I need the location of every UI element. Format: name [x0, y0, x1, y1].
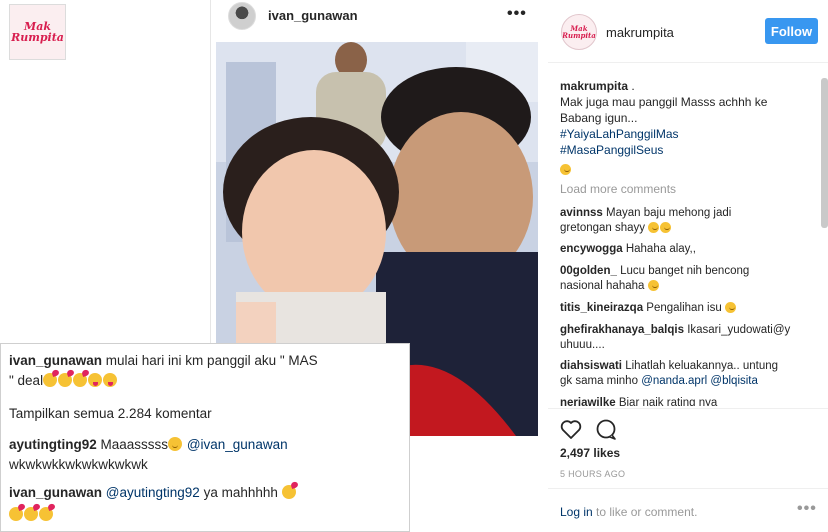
caption-suffix: . [628, 79, 635, 93]
hashtag-masapanggilseus[interactable]: #MasaPanggilSeus [560, 142, 822, 158]
comment-row-cont: gk sama minho @nanda.aprl @blqisita [560, 374, 822, 389]
avatar-logo-line2: Rumpita [562, 31, 596, 40]
mak-rumpita-logo[interactable]: Mak Rumpita [9, 4, 66, 60]
kiss-emoji-icon [39, 507, 53, 521]
load-more-comments-link[interactable]: Load more comments [560, 182, 676, 196]
kiss-emoji-icon [24, 507, 38, 521]
comment-row: ghefirakhanaya_balqis Ikasari_yudowati@y [560, 323, 822, 338]
overlay-comment: ivan_gunawan mulai hari ini km panggil a… [9, 352, 405, 370]
account-avatar[interactable]: Mak Rumpita [561, 14, 597, 50]
overlay-comment: ayutingting92 Maaasssss @ivan_gunawan [9, 436, 405, 454]
login-prompt: Log in to like or comment. [560, 505, 697, 519]
more-options-icon[interactable]: ••• [797, 500, 817, 518]
actions-divider [548, 408, 828, 409]
kiss-emoji-icon [9, 507, 23, 521]
comment-text: nasional hahaha [560, 280, 645, 292]
comment-row: diahsiswati Lihatlah keluakannya.. untun… [560, 359, 822, 374]
comment-text: Hahaha alay,, [622, 243, 696, 255]
mention-link[interactable]: @nanda.aprl [641, 375, 707, 387]
comment-username[interactable]: ayutingting92 [9, 437, 97, 452]
poster-username[interactable]: ivan_gunawan [268, 8, 358, 23]
action-icons [560, 418, 624, 447]
comment-icon[interactable] [596, 419, 616, 440]
caption-emoji [560, 160, 572, 178]
comment-text: ya mahhhhh [199, 485, 278, 500]
comment-username[interactable]: ivan_gunawan [9, 353, 102, 368]
comment-row-clipped: neriawilke Biar naik rating nya [560, 396, 822, 406]
header-divider [548, 62, 828, 63]
mention-link[interactable]: @blqisita [710, 375, 757, 387]
comment-row-cont: uhuuu.... [560, 338, 822, 353]
comment-text: Pengalihan isu [643, 302, 722, 314]
comment-text: gretongan shayy [560, 222, 646, 234]
comment-text: gk sama minho [560, 375, 642, 387]
overlay-comment: ivan_gunawan @ayutingting92 ya mahhhhh [9, 484, 405, 502]
comment-username[interactable]: 00golden_ [560, 265, 617, 277]
comment-username[interactable]: ghefirakhanaya_balqis [560, 324, 684, 336]
grin-emoji-icon [648, 222, 660, 233]
laugh-emoji-icon [647, 280, 659, 291]
hashtag-yaiyalahpanggilmas[interactable]: #YaiyaLahPanggilMas [560, 126, 822, 142]
overlay-comment-cont: " deal [9, 372, 405, 390]
mention-link[interactable]: @ayutingting92 [106, 485, 200, 500]
overlay-comment-cont [9, 506, 405, 524]
likes-count[interactable]: 2,497 likes [560, 446, 620, 460]
comment-text: uhuuu.... [560, 339, 605, 351]
comment-row: titis_kineirazqa Pengalihan isu [560, 301, 822, 316]
logo-text-line2: Rumpita [11, 31, 64, 44]
tongue-emoji-icon [103, 373, 118, 387]
comment-row-cont: gretongan shayy [560, 221, 822, 236]
comment-row: 00golden_ Lucu banget nih bencong [560, 264, 822, 279]
comment-row: encywogga Hahaha alay,, [560, 242, 822, 257]
smirk-emoji-icon [724, 302, 736, 313]
comment-username[interactable]: avinnss [560, 207, 603, 219]
comment-username[interactable]: neriawilke [560, 397, 616, 406]
post-timestamp[interactable]: 5 HOURS AGO [560, 469, 625, 479]
heart-icon[interactable] [560, 420, 582, 439]
comment-text: Lucu banget nih bencong [616, 265, 750, 277]
kiss-emoji-icon [43, 373, 58, 387]
more-options-icon[interactable]: ••• [507, 5, 527, 23]
comment-username[interactable]: encywogga [560, 243, 623, 255]
mention-link[interactable]: @ivan_gunawan [187, 437, 288, 452]
comment-username[interactable]: titis_kineirazqa [560, 302, 643, 314]
grin-emoji-icon [660, 222, 672, 233]
comment-username[interactable]: diahsiswati [560, 360, 622, 372]
caption-username[interactable]: makrumpita [560, 79, 628, 93]
poster-avatar[interactable] [228, 2, 256, 30]
login-link[interactable]: Log in [560, 505, 593, 519]
tongue-emoji-icon [88, 373, 103, 387]
kiss-emoji-icon [58, 373, 73, 387]
follow-button[interactable]: Follow [765, 18, 818, 44]
comment-text: Biar naik rating nya [615, 397, 718, 406]
smile-emoji-icon [560, 164, 571, 175]
account-username[interactable]: makrumpita [606, 25, 674, 40]
laugh-emoji-icon [168, 437, 183, 451]
caption-line1: Mak juga mau panggil Masss achhh ke [560, 95, 768, 109]
comment-text: Mayan baju mehong jadi [602, 207, 732, 219]
login-prompt-text: to like or comment. [592, 505, 698, 519]
comment-row: avinnss Mayan baju mehong jadi [560, 206, 822, 221]
comment-text: Ikasari_yudowati@y [684, 324, 791, 336]
kiss-emoji-icon [281, 485, 296, 499]
comment-username[interactable]: ivan_gunawan [9, 485, 102, 500]
kiss-emoji-icon [73, 373, 88, 387]
comment-row-cont: nasional hahaha [560, 279, 822, 294]
comment-text: Maaasssss [96, 437, 169, 452]
caption-line2: Babang igun... [560, 111, 638, 125]
login-divider [548, 488, 828, 489]
comment-text: mulai hari ini km panggil aku " MAS [102, 353, 318, 368]
comment-overlay-panel: ivan_gunawan mulai hari ini km panggil a… [0, 343, 410, 532]
overlay-comment-cont: wkwkwkkwkwkwkwkwk [9, 457, 148, 472]
comment-text: " deal [9, 373, 44, 388]
comments-scrollbar[interactable] [821, 78, 828, 228]
show-all-comments-link[interactable]: Tampilkan semua 2.284 komentar [9, 405, 405, 423]
caption-line-user: makrumpita . [560, 78, 822, 94]
comment-text: Lihatlah keluakannya.. untung [622, 360, 779, 372]
